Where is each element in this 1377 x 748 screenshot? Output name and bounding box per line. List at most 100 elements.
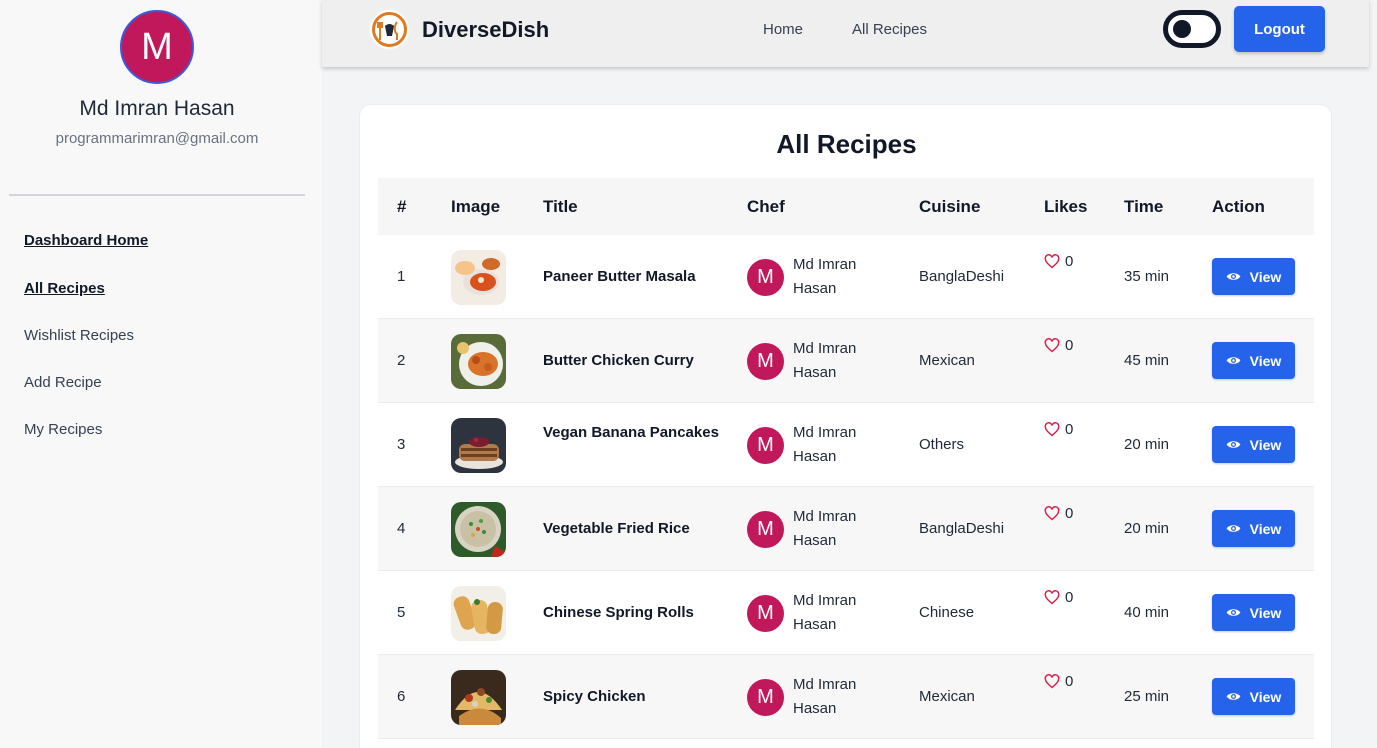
heart-icon bbox=[1044, 338, 1060, 353]
recipe-image bbox=[451, 418, 506, 473]
view-label: View bbox=[1249, 268, 1282, 285]
eye-icon bbox=[1226, 693, 1241, 700]
likes-count: 0 bbox=[1044, 337, 1073, 354]
chef-name: Md Imran Hasan bbox=[793, 508, 857, 549]
toggle-knob bbox=[1173, 20, 1191, 38]
nav-link-all-recipes[interactable]: All Recipes bbox=[852, 21, 927, 38]
user-name: Md Imran Hasan bbox=[79, 97, 235, 120]
cuisine: BanglaDeshi bbox=[919, 268, 1005, 285]
brand-name[interactable]: DiverseDish bbox=[422, 17, 549, 43]
theme-toggle[interactable] bbox=[1163, 10, 1221, 48]
column-header-title: Title bbox=[543, 197, 578, 216]
table-row: 6 Spicy Chicken M Md Imran Hasan Mexican… bbox=[378, 655, 1314, 739]
sidebar-item-my-recipes[interactable]: My Recipes bbox=[24, 421, 102, 438]
sidebar-divider bbox=[9, 194, 305, 196]
heart-icon bbox=[1044, 590, 1060, 605]
sidebar-item-all-recipes[interactable]: All Recipes bbox=[24, 280, 105, 297]
column-header-likes: Likes bbox=[1044, 197, 1088, 216]
chef-name: Md Imran Hasan bbox=[793, 592, 857, 633]
row-number: 6 bbox=[397, 688, 406, 705]
user-email: programmarimran@gmail.com bbox=[55, 130, 259, 147]
recipe-image bbox=[451, 670, 506, 725]
heart-icon bbox=[1044, 422, 1060, 437]
chef-name: Md Imran Hasan bbox=[793, 424, 857, 465]
cook-time: 40 min bbox=[1124, 604, 1170, 621]
sidebar-item-wishlist-recipes[interactable]: Wishlist Recipes bbox=[24, 327, 134, 344]
recipe-image bbox=[451, 502, 506, 557]
cuisine: Others bbox=[919, 436, 965, 453]
view-button[interactable]: View bbox=[1212, 678, 1295, 715]
view-button[interactable]: View bbox=[1212, 426, 1295, 463]
sidebar-item-dashboard-home[interactable]: Dashboard Home bbox=[24, 232, 148, 249]
view-button[interactable]: View bbox=[1212, 594, 1295, 631]
column-header-chef: Chef bbox=[747, 197, 785, 216]
heart-icon bbox=[1044, 506, 1060, 521]
cook-time: 20 min bbox=[1124, 520, 1170, 537]
view-label: View bbox=[1249, 436, 1282, 453]
chef-name: Md Imran Hasan bbox=[793, 676, 857, 717]
cuisine: Mexican bbox=[919, 352, 975, 369]
chef-name: Md Imran Hasan bbox=[793, 340, 857, 381]
row-number: 5 bbox=[397, 604, 406, 621]
chef-avatar: M bbox=[747, 679, 784, 716]
table-row: 4 Vegetable Fried Rice M Md Imran Hasan … bbox=[378, 487, 1314, 571]
sidebar: M Md Imran Hasan programmarimran@gmail.c… bbox=[0, 0, 322, 748]
recipe-title: Butter Chicken Curry bbox=[543, 352, 694, 369]
eye-icon bbox=[1226, 273, 1241, 280]
recipe-image bbox=[451, 334, 506, 389]
chef-avatar: M bbox=[747, 343, 784, 380]
recipe-title: Chinese Spring Rolls bbox=[543, 604, 694, 621]
sidebar-item-add-recipe[interactable]: Add Recipe bbox=[24, 374, 102, 391]
heart-icon bbox=[1044, 254, 1060, 269]
page-title: All Recipes bbox=[776, 129, 917, 159]
cook-time: 45 min bbox=[1124, 352, 1170, 369]
table-row: 1 Paneer Butter Masala M Md Imran Hasan … bbox=[378, 235, 1314, 319]
recipe-title: Vegan Banana Pancakes bbox=[543, 424, 719, 441]
chef-name: Md Imran Hasan bbox=[793, 256, 857, 297]
eye-icon bbox=[1226, 525, 1241, 532]
likes-count: 0 bbox=[1044, 589, 1073, 606]
user-avatar[interactable]: M bbox=[120, 10, 194, 84]
heart-icon bbox=[1044, 674, 1060, 689]
view-button[interactable]: View bbox=[1212, 258, 1295, 295]
chef-avatar: M bbox=[747, 259, 784, 296]
likes-count: 0 bbox=[1044, 673, 1073, 690]
eye-icon bbox=[1226, 441, 1241, 448]
table-row: 2 Butter Chicken Curry M Md Imran Hasan … bbox=[378, 319, 1314, 403]
chef-avatar: M bbox=[747, 595, 784, 632]
row-number: 1 bbox=[397, 268, 406, 285]
view-label: View bbox=[1249, 352, 1282, 369]
logo-icon[interactable] bbox=[368, 8, 411, 51]
column-header-time: Time bbox=[1124, 197, 1164, 216]
logout-button[interactable]: Logout bbox=[1234, 6, 1325, 52]
table-header: # Image Title Chef Cuisine Likes Time Ac… bbox=[378, 178, 1314, 235]
cuisine: Chinese bbox=[919, 604, 975, 621]
cook-time: 35 min bbox=[1124, 268, 1170, 285]
view-label: View bbox=[1249, 688, 1282, 705]
chef-avatar: M bbox=[747, 427, 784, 464]
view-button[interactable]: View bbox=[1212, 510, 1295, 547]
likes-count: 0 bbox=[1044, 421, 1073, 438]
chef-avatar: M bbox=[747, 511, 784, 548]
likes-value: 0 bbox=[1065, 253, 1074, 270]
view-button[interactable]: View bbox=[1212, 342, 1295, 379]
recipe-title: Vegetable Fried Rice bbox=[543, 520, 690, 537]
eye-icon bbox=[1226, 357, 1241, 364]
recipe-title: Spicy Chicken bbox=[543, 688, 646, 705]
column-header-action: Action bbox=[1212, 197, 1265, 216]
likes-value: 0 bbox=[1065, 673, 1074, 690]
eye-icon bbox=[1226, 609, 1241, 616]
cook-time: 25 min bbox=[1124, 688, 1170, 705]
nav-link-home[interactable]: Home bbox=[763, 21, 803, 38]
view-label: View bbox=[1249, 520, 1282, 537]
likes-count: 0 bbox=[1044, 505, 1073, 522]
likes-value: 0 bbox=[1065, 589, 1074, 606]
column-header-number: # bbox=[397, 197, 407, 216]
table-row: 5 Chinese Spring Rolls M Md Imran Hasan … bbox=[378, 571, 1314, 655]
top-navbar: DiverseDish Home All Recipes Logout bbox=[322, 0, 1369, 67]
row-number: 2 bbox=[397, 352, 406, 369]
recipe-title: Paneer Butter Masala bbox=[543, 268, 696, 285]
column-header-cuisine: Cuisine bbox=[919, 197, 981, 216]
row-number: 3 bbox=[397, 436, 406, 453]
likes-value: 0 bbox=[1065, 337, 1074, 354]
